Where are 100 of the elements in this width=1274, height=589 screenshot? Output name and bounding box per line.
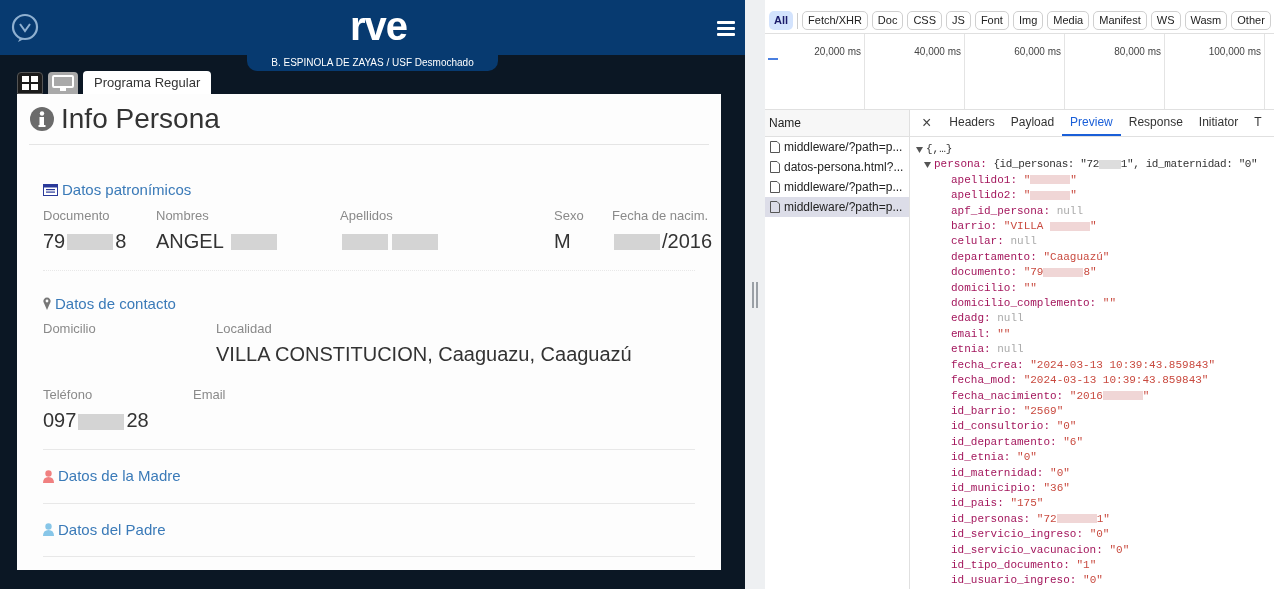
json-key: id_servicio_vacunacion:	[951, 543, 1103, 556]
filter-chip[interactable]: Fetch/XHR	[802, 11, 868, 30]
json-value: "0"	[1050, 466, 1070, 479]
redaction-block	[230, 234, 277, 251]
field-value: 097 28	[43, 408, 149, 433]
json-value: "2024-03-13 10:39:43.859843"	[1023, 374, 1209, 387]
detail-tab[interactable]: Response	[1120, 110, 1191, 136]
json-key: id_etnia:	[951, 451, 1011, 464]
json-key: id_consultorio:	[951, 420, 1051, 433]
json-key: email:	[951, 327, 991, 340]
document-icon	[770, 161, 780, 173]
json-value: "0"	[1056, 420, 1077, 433]
timeline-tick: 80,000 ms	[1114, 46, 1161, 57]
section-link[interactable]: Datos de contacto	[55, 292, 176, 315]
json-value: "2569"	[1023, 404, 1064, 417]
filter-chip[interactable]: Manifest	[1093, 11, 1147, 30]
json-key: apellido2:	[951, 189, 1017, 202]
field-label: Email	[193, 386, 227, 403]
json-key: fecha_mod:	[951, 374, 1017, 387]
redaction-block	[1030, 175, 1071, 185]
detail-tab[interactable]: Headers	[941, 110, 1003, 136]
request-row[interactable]: middleware/?path=p...	[765, 197, 909, 217]
tab[interactable]	[17, 72, 43, 94]
field-label: Apellidos	[340, 206, 394, 224]
json-value: ""	[1102, 297, 1117, 310]
app-logo: rve	[349, 5, 408, 50]
redaction-block	[1056, 514, 1097, 524]
json-key: id_servicio_ingreso:	[951, 528, 1084, 541]
close-button[interactable]: ×	[918, 110, 936, 136]
tab[interactable]: Programa Regular	[83, 71, 212, 94]
json-key: departamento:	[951, 250, 1037, 263]
json-key: documento:	[951, 266, 1017, 279]
json-value: " "	[1023, 173, 1077, 186]
detail-tab[interactable]: T	[1246, 110, 1270, 136]
json-key: id_pais:	[951, 497, 1004, 510]
filter-chip[interactable]: Doc	[871, 11, 904, 30]
document-icon	[770, 181, 780, 193]
section-link[interactable]: Datos patronímicos	[62, 179, 192, 202]
json-key: edadg:	[951, 312, 991, 325]
page-title: Info Persona	[61, 105, 220, 133]
field-label: Teléfono	[43, 386, 94, 403]
field-label: Documento	[43, 206, 111, 224]
timeline-tick: 100,000 ms	[1208, 46, 1261, 57]
redaction-block	[342, 234, 388, 251]
filter-chip[interactable]: Font	[974, 11, 1009, 30]
json-value: null	[1010, 235, 1037, 248]
map-pin-icon	[43, 297, 51, 311]
field-label: Sexo	[554, 206, 585, 224]
document-icon	[770, 141, 780, 153]
document-icon	[770, 201, 780, 213]
json-key: id_departamento:	[951, 435, 1057, 448]
json-key: fecha_nacimiento:	[951, 389, 1064, 402]
filter-chip[interactable]: All	[769, 11, 794, 30]
json-key: barrio:	[951, 220, 998, 233]
json-value: null	[997, 343, 1024, 356]
field-label: Localidad	[216, 320, 273, 337]
timeline-tick: 20,000 ms	[814, 46, 861, 57]
json-key: persona:	[934, 157, 987, 173]
detail-tab[interactable]: Preview	[1062, 110, 1121, 136]
json-value: ""	[997, 327, 1011, 340]
json-value: "0"	[1089, 528, 1110, 541]
filter-chip[interactable]: Media	[1047, 11, 1090, 30]
json-value: "36"	[1043, 481, 1070, 494]
json-key: domicilio:	[951, 281, 1017, 294]
filter-chip[interactable]: CSS	[907, 11, 943, 30]
filter-chip[interactable]: Wasm	[1184, 11, 1228, 30]
detail-tab[interactable]: Payload	[1002, 110, 1063, 136]
filter-chip[interactable]: Img	[1012, 11, 1044, 30]
filter-chip[interactable]: Other	[1231, 11, 1271, 30]
timeline-tick: 60,000 ms	[1014, 46, 1061, 57]
json-value: "2016 "	[1069, 389, 1150, 402]
splitter-handle[interactable]	[752, 281, 758, 308]
menu-icon	[717, 19, 735, 36]
json-value: null	[997, 312, 1024, 325]
field-value: /2016	[612, 223, 713, 258]
filter-chip[interactable]: JS	[946, 11, 971, 30]
json-value: "175"	[1010, 497, 1044, 510]
section-link[interactable]: Datos de la Madre	[58, 465, 181, 488]
info-icon	[29, 106, 55, 132]
json-key: domicilio_complemento:	[951, 297, 1097, 310]
json-value: "1"	[1076, 558, 1097, 571]
section-link[interactable]: Datos del Padre	[58, 518, 166, 541]
json-value: " "	[1023, 189, 1077, 202]
redaction-block	[392, 234, 438, 251]
json-summary: {id_personas: "72 1", id_maternidad: "0"	[993, 157, 1258, 173]
json-value: "VILLA "	[1003, 220, 1097, 233]
monitor-icon	[52, 75, 74, 91]
json-value: "72 1"	[1036, 512, 1110, 525]
field-value: M	[554, 228, 571, 254]
field-value: VILLA CONSTITUCION, Caaguazu, Caaguazú	[216, 342, 632, 367]
filter-chip[interactable]: WS	[1150, 11, 1181, 30]
field-value: 79 8	[43, 228, 127, 254]
timeline-tick: 40,000 ms	[914, 46, 961, 57]
json-value: "0"	[1109, 543, 1130, 556]
redaction-block	[1043, 267, 1084, 277]
detail-tab[interactable]: Initiator	[1190, 110, 1247, 136]
redaction-block	[1050, 221, 1091, 231]
json-value: "2024-03-13 10:39:43.859843"	[1030, 358, 1216, 371]
column-header: Name	[769, 115, 801, 132]
redaction-block	[1030, 190, 1071, 200]
